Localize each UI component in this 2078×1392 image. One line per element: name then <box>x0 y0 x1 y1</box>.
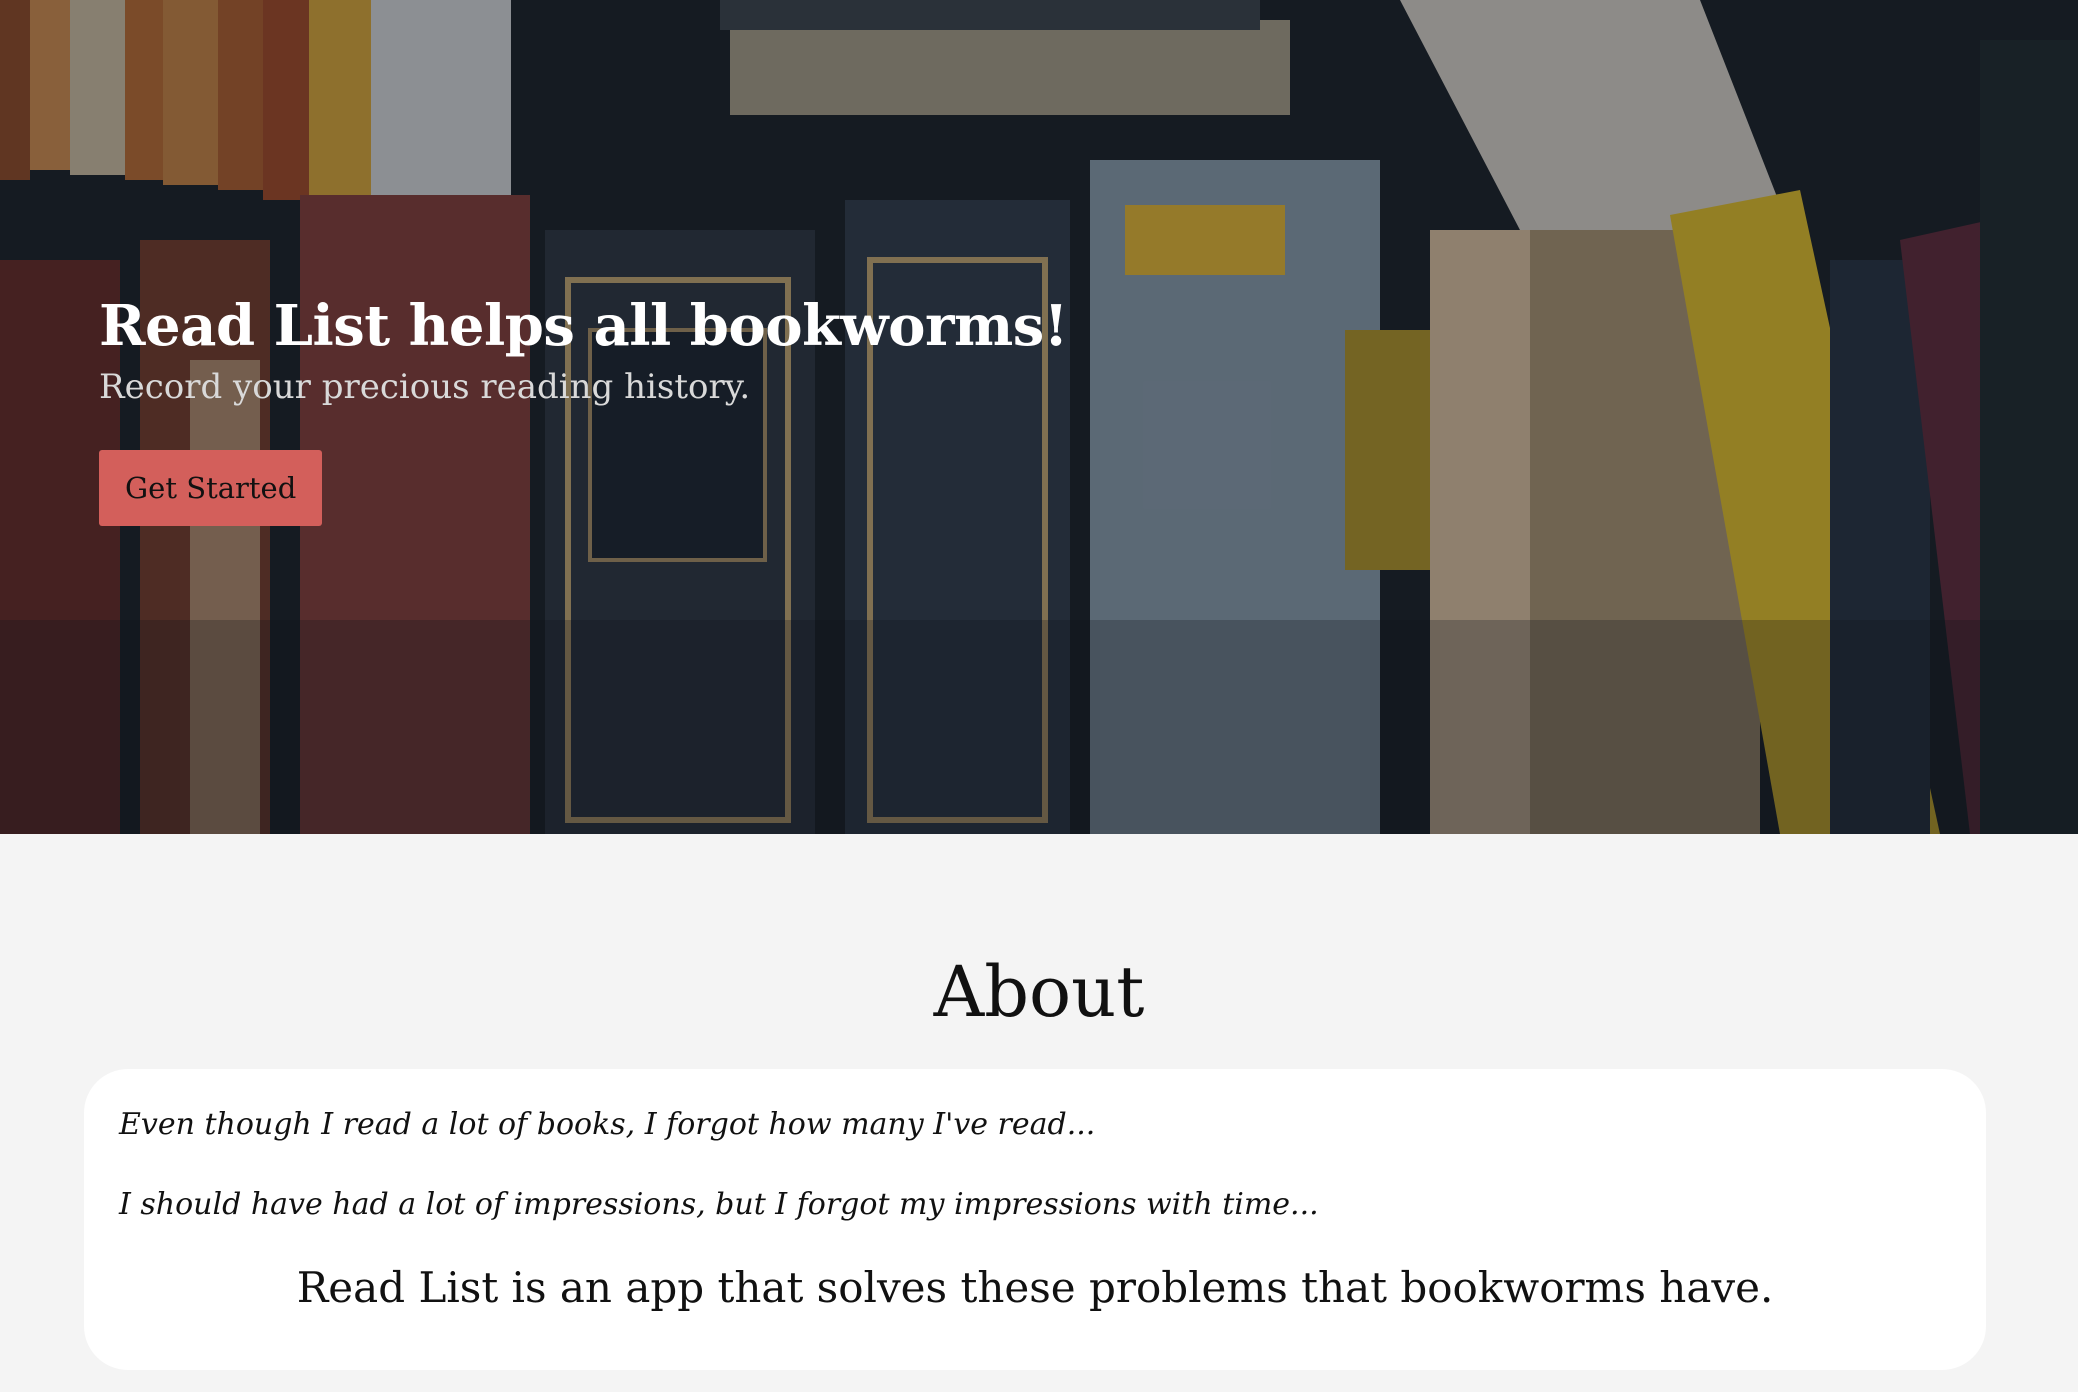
hero-subtitle: Record your precious reading history. <box>99 367 751 407</box>
hero-content: Read List helps all bookworms! Record yo… <box>99 290 1068 526</box>
about-tagline: Read List is an app that solves these pr… <box>296 1263 1774 1312</box>
about-line-2: I should have had a lot of impressions, … <box>119 1187 1319 1222</box>
hero-title: Read List helps all bookworms! <box>99 293 1068 359</box>
hero-banner: Read List helps all bookworms! Record yo… <box>0 0 2078 834</box>
about-heading: About <box>933 951 1145 1033</box>
about-card: Even though I read a lot of books, I for… <box>84 1069 1986 1370</box>
about-line-1: Even though I read a lot of books, I for… <box>119 1107 1096 1142</box>
get-started-button[interactable]: Get Started <box>99 450 323 526</box>
